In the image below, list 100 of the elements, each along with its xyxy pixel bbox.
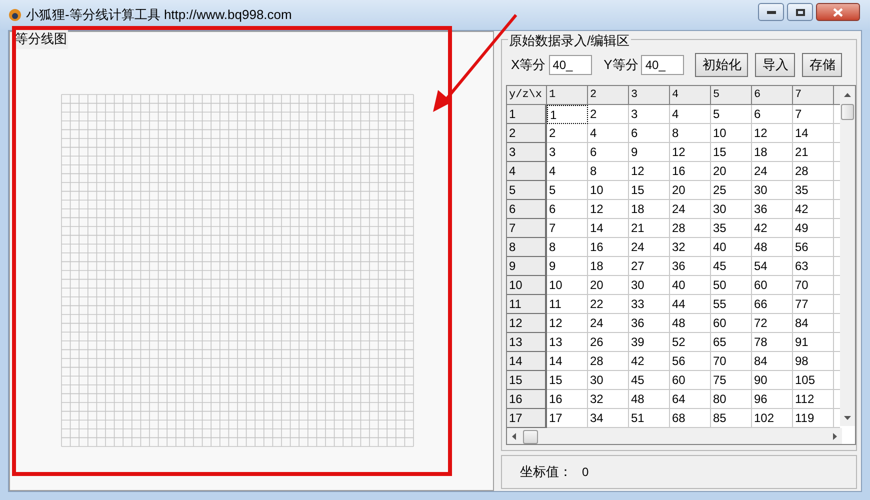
- table-cell: 14: [588, 219, 629, 238]
- table-cell: 98: [793, 352, 834, 371]
- table-cell: 5: [547, 181, 588, 200]
- vertical-scrollbar[interactable]: [840, 86, 855, 426]
- row-header: 2: [507, 124, 547, 143]
- row-header: 13: [507, 333, 547, 352]
- table-cell: 96: [752, 390, 793, 409]
- table-cell: 14: [793, 124, 834, 143]
- table-cell: 7: [547, 219, 588, 238]
- table-cell: 8: [670, 124, 711, 143]
- table-cell: 40: [670, 276, 711, 295]
- table-cell: 20: [588, 276, 629, 295]
- table-cell: 9: [547, 257, 588, 276]
- table-cell: 25: [711, 181, 752, 200]
- table-cell: 15: [547, 371, 588, 390]
- table-cell: 105: [793, 371, 834, 390]
- table-cell: 35: [793, 181, 834, 200]
- table-cell: 13: [547, 333, 588, 352]
- table-cell: 72: [752, 314, 793, 333]
- column-header: 4: [670, 86, 711, 105]
- table-cell: 24: [752, 162, 793, 181]
- row-header: 3: [507, 143, 547, 162]
- table-cell: 60: [752, 276, 793, 295]
- table-cell: 112: [793, 390, 834, 409]
- table-cell: 14: [547, 352, 588, 371]
- table-cell: 70: [793, 276, 834, 295]
- table-cell: 18: [588, 257, 629, 276]
- table-cell: 77: [793, 295, 834, 314]
- table-cell: 39: [629, 333, 670, 352]
- scroll-thumb[interactable]: [841, 104, 854, 120]
- table-cell: 6: [629, 124, 670, 143]
- toolbar-button[interactable]: 存储: [802, 53, 842, 77]
- table-cell: 30: [629, 276, 670, 295]
- table-cell: 4: [670, 105, 711, 124]
- table-cell: 56: [670, 352, 711, 371]
- row-header: 1: [507, 105, 547, 124]
- table-cell: 44: [670, 295, 711, 314]
- table-cell: 11: [547, 295, 588, 314]
- table-cell: 15: [711, 143, 752, 162]
- table-cell: 56: [793, 238, 834, 257]
- table-cell: 10: [547, 276, 588, 295]
- table-cell: 20: [711, 162, 752, 181]
- table-cell: 54: [752, 257, 793, 276]
- table-cell: 30: [752, 181, 793, 200]
- panel-title: 等分线图: [14, 29, 68, 48]
- column-header: 1: [547, 86, 588, 105]
- table-cell: 78: [752, 333, 793, 352]
- field-label: Y等分: [604, 56, 638, 74]
- table-cell: 84: [793, 314, 834, 333]
- maximize-button[interactable]: [787, 3, 813, 21]
- table-cell: 70: [711, 352, 752, 371]
- table-cell: 18: [629, 200, 670, 219]
- table-cell: 5: [711, 105, 752, 124]
- row-header: 4: [507, 162, 547, 181]
- table-cell: 28: [670, 219, 711, 238]
- scroll-left-icon: [512, 433, 516, 440]
- table-cell: 60: [711, 314, 752, 333]
- table-cell: 21: [629, 219, 670, 238]
- column-header: 3: [629, 86, 670, 105]
- scroll-thumb[interactable]: [523, 430, 538, 444]
- table-cell: 12: [752, 124, 793, 143]
- row-header: 7: [507, 219, 547, 238]
- scroll-down-icon: [844, 416, 852, 420]
- table-cell: 16: [547, 390, 588, 409]
- column-header: 6: [752, 86, 793, 105]
- table-cell: 50: [711, 276, 752, 295]
- table-cell: 36: [629, 314, 670, 333]
- table-cell: 8: [588, 162, 629, 181]
- row-header: 5: [507, 181, 547, 200]
- table-cell: 35: [711, 219, 752, 238]
- horizontal-scrollbar[interactable]: [507, 428, 842, 444]
- toolbar-button[interactable]: 初始化: [695, 53, 748, 77]
- table-cell: 9: [629, 143, 670, 162]
- close-icon: [833, 8, 843, 16]
- table-cell: 28: [588, 352, 629, 371]
- table-cell: 24: [670, 200, 711, 219]
- table-cell: 65: [711, 333, 752, 352]
- y-divisions-field[interactable]: 40_: [641, 55, 684, 75]
- table-cell: 16: [670, 162, 711, 181]
- window-title: 小狐狸-等分线计算工具 http://www.bq998.com: [26, 6, 292, 24]
- table-cell: 4: [588, 124, 629, 143]
- table-cell: 16: [588, 238, 629, 257]
- table-cell: 33: [629, 295, 670, 314]
- row-header: 17: [507, 409, 547, 428]
- table-cell: 80: [711, 390, 752, 409]
- table-cell: 30: [588, 371, 629, 390]
- table-cell: 30: [711, 200, 752, 219]
- table-cell: 84: [752, 352, 793, 371]
- table-cell: 27: [629, 257, 670, 276]
- table-cell: 12: [629, 162, 670, 181]
- table-cell: 45: [711, 257, 752, 276]
- table-cell: 6: [547, 200, 588, 219]
- close-button[interactable]: [816, 3, 860, 21]
- table-cell: 49: [793, 219, 834, 238]
- minimize-button[interactable]: [758, 3, 784, 21]
- table-cell: 1: [547, 105, 588, 124]
- row-header: 15: [507, 371, 547, 390]
- table-cell: 75: [711, 371, 752, 390]
- x-divisions-field[interactable]: 40_: [548, 55, 592, 75]
- toolbar-button[interactable]: 导入: [755, 53, 796, 77]
